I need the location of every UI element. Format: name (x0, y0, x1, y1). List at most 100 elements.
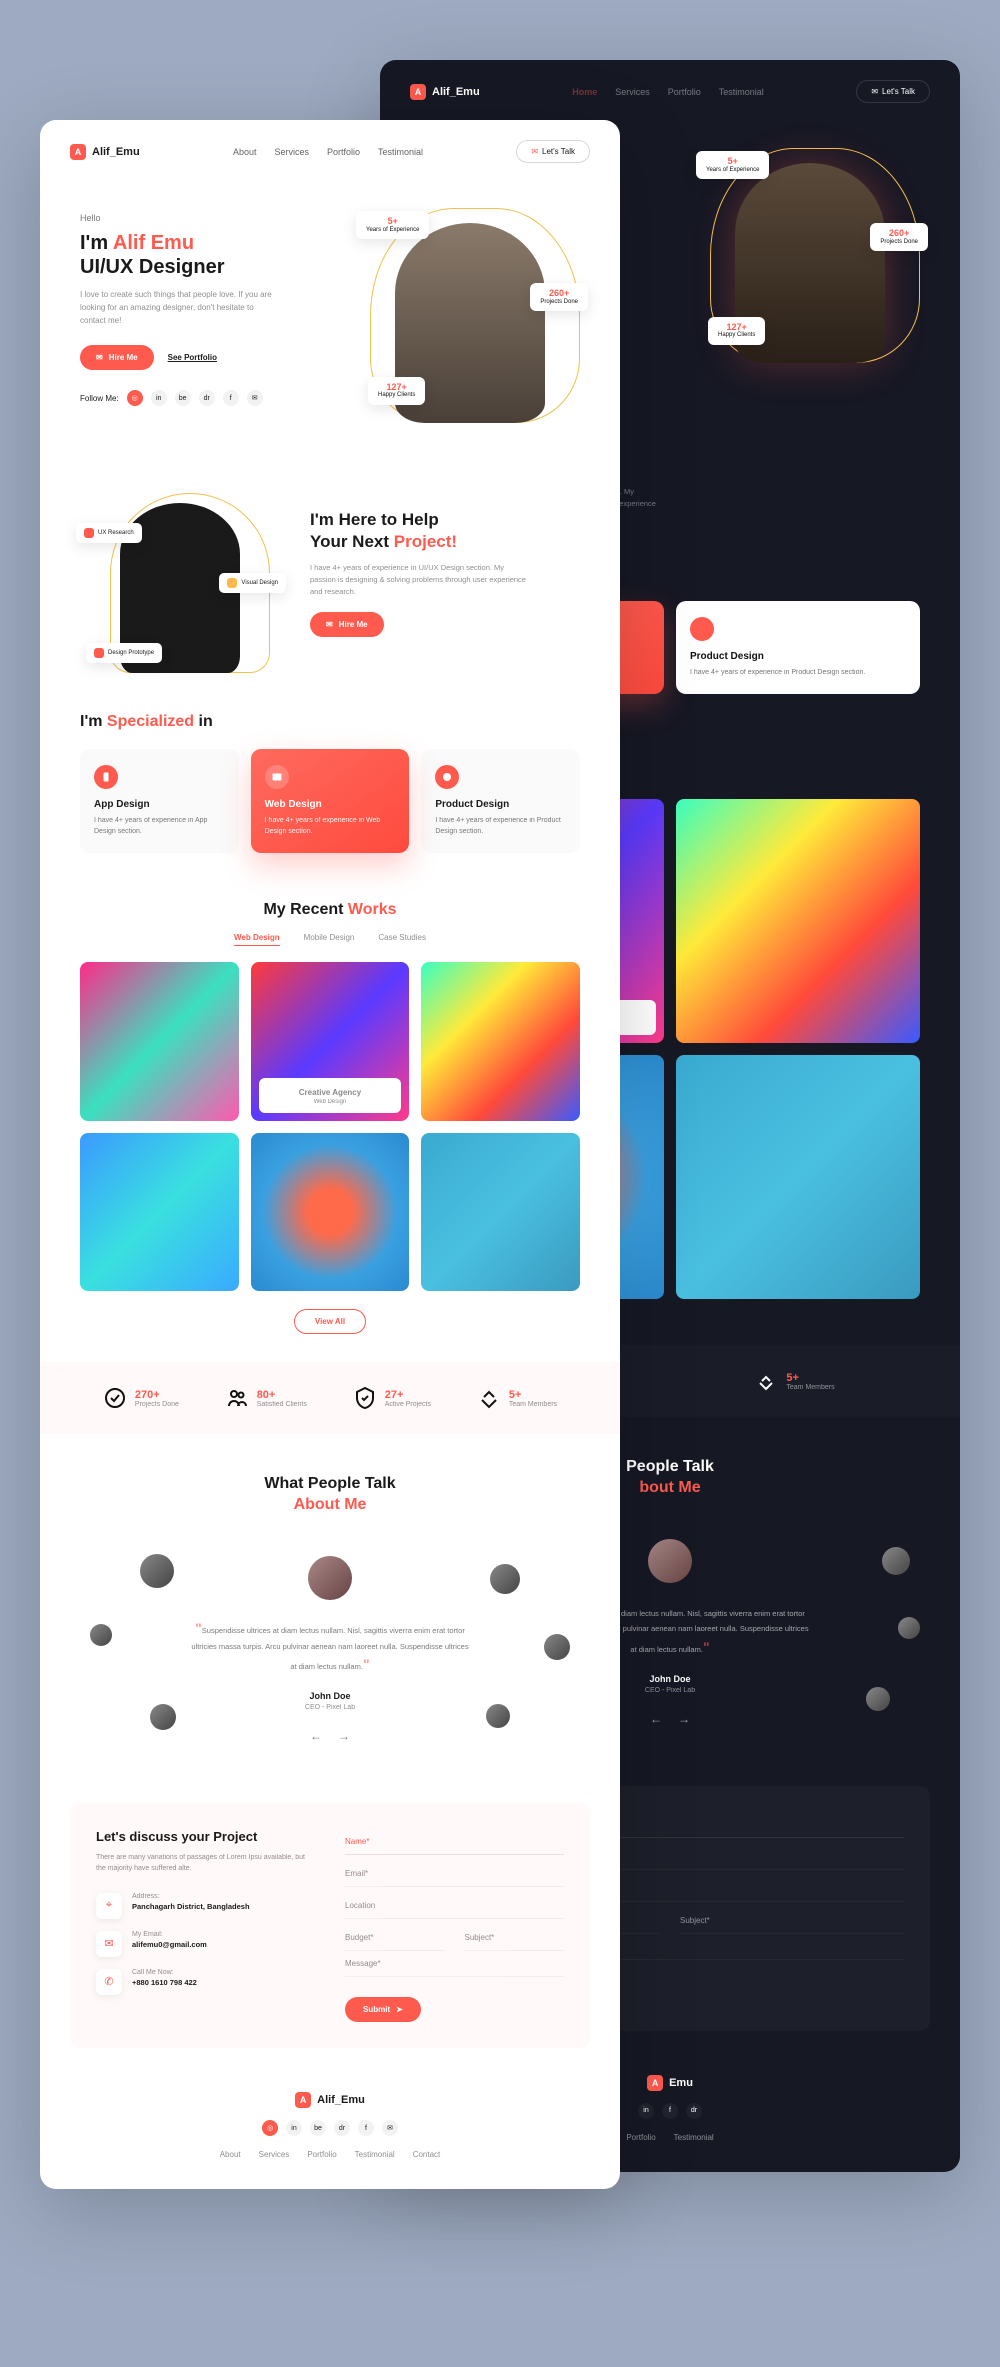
work-item[interactable] (80, 962, 239, 1121)
prev-arrow-icon[interactable]: ← (310, 1729, 322, 1743)
social-mail-icon[interactable]: ✉ (247, 390, 263, 406)
view-all-button[interactable]: View All (294, 1309, 366, 1334)
nav-portfolio[interactable]: Portfolio (327, 147, 360, 157)
help-title: I'm Here to HelpYour Next Project! (310, 509, 580, 552)
brand-logo[interactable]: AAlif_Emu (70, 144, 140, 160)
input-name[interactable]: Name* (345, 1829, 564, 1855)
footer-link[interactable]: Portfolio (307, 2150, 336, 2159)
avatar-main (648, 1539, 692, 1583)
stat-clients: 127+Happy Clients (708, 317, 765, 345)
page-light-variant: AAlif_Emu About Services Portfolio Testi… (40, 120, 620, 2189)
lets-talk-button[interactable]: ✉Let's Talk (856, 80, 930, 103)
hero-description: I love to create such things that people… (80, 289, 280, 327)
input-subject[interactable]: Subject* (680, 1908, 904, 1934)
mail-icon: ✉ (96, 1931, 122, 1957)
work-item[interactable] (421, 1133, 580, 1292)
nav-about[interactable]: About (233, 147, 257, 157)
stat-clients: 127+Happy Clients (368, 377, 425, 405)
social-behance-icon[interactable]: be (175, 390, 191, 406)
see-portfolio-link[interactable]: See Portfolio (168, 353, 217, 362)
nav-testimonial[interactable]: Testimonial (378, 147, 423, 157)
avatar (898, 1617, 920, 1639)
social-icon[interactable]: ◎ (262, 2120, 278, 2136)
social-icon[interactable]: f (358, 2120, 374, 2136)
input-budget[interactable]: Budget* (345, 1925, 445, 1951)
spec-card-web[interactable]: Web DesignI have 4+ years of experience … (251, 749, 410, 853)
social-icon[interactable]: be (310, 2120, 326, 2136)
location-icon: ⌖ (96, 1893, 122, 1919)
testimonial-quote: Suspendisse ultrices at diam lectus null… (190, 1617, 470, 1677)
follow-row: Follow Me: ◎ in be dr f ✉ (80, 390, 340, 406)
input-subject[interactable]: Subject* (465, 1925, 565, 1951)
phone-icon: ✆ (96, 1969, 122, 1995)
footer-link[interactable]: Services (259, 2150, 290, 2159)
tab-mobile[interactable]: Mobile Design (304, 933, 355, 946)
footer-link[interactable]: Testimonial (674, 2133, 714, 2142)
hire-me-button[interactable]: ✉Hire Me (310, 612, 384, 637)
spec-card-product[interactable]: Product DesignI have 4+ years of experie… (421, 749, 580, 853)
stat-projects: 260+Projects Done (870, 223, 928, 251)
input-location[interactable]: Location (345, 1893, 564, 1919)
nav-services[interactable]: Services (615, 87, 650, 97)
stat-experience: 5+Years of Experience (356, 211, 429, 239)
social-dribbble-icon[interactable]: dr (199, 390, 215, 406)
footer-link[interactable]: Portfolio (626, 2133, 655, 2142)
shield-icon (353, 1386, 377, 1410)
work-item[interactable]: Creative AgencyWeb Design (251, 962, 410, 1121)
nav-portfolio[interactable]: Portfolio (668, 87, 701, 97)
web-icon (265, 765, 289, 789)
stat-experience: 5+Years of Experience (696, 151, 769, 179)
social-icon[interactable]: in (638, 2103, 654, 2119)
tab-case[interactable]: Case Studies (378, 933, 426, 946)
prev-arrow-icon[interactable]: ← (650, 1712, 662, 1726)
social-icon[interactable]: dr (686, 2103, 702, 2119)
submit-button[interactable]: Submit➤ (345, 1997, 421, 2022)
footer-link[interactable]: About (220, 2150, 241, 2159)
social-icon[interactable]: in (286, 2120, 302, 2136)
handshake-icon (754, 1369, 778, 1393)
brand-logo[interactable]: AAlif_Emu (410, 84, 480, 100)
next-arrow-icon[interactable]: → (678, 1712, 690, 1726)
send-icon: ➤ (396, 2005, 403, 2014)
work-item[interactable] (80, 1133, 239, 1292)
work-item[interactable] (251, 1133, 410, 1292)
specialized-title: I'm Specialized in (80, 713, 580, 731)
nav-links: About Services Portfolio Testimonial (233, 147, 423, 157)
social-instagram-icon[interactable]: ◎ (127, 390, 143, 406)
testimonial-title: What People TalkAbout Me (80, 1474, 580, 1516)
app-icon (94, 765, 118, 789)
input-message[interactable]: Message* (345, 1951, 564, 1977)
product-icon (435, 765, 459, 789)
spec-card-app[interactable]: App DesignI have 4+ years of experience … (80, 749, 239, 853)
input-email[interactable]: Email* (345, 1861, 564, 1887)
social-icon[interactable]: ✉ (382, 2120, 398, 2136)
hero-image: 5+Years of Experience 260+Projects Done … (700, 133, 920, 363)
work-item[interactable] (421, 962, 580, 1121)
nav-testimonial[interactable]: Testimonial (719, 87, 764, 97)
nav-home[interactable]: Home (572, 87, 597, 97)
help-desc: I have 4+ years of experience in UI/UX D… (310, 562, 530, 598)
footer-link[interactable]: Contact (413, 2150, 441, 2159)
help-image: UX Research Visual Design Design Prototy… (80, 473, 280, 673)
social-icon[interactable]: dr (334, 2120, 350, 2136)
footer-link[interactable]: Testimonial (355, 2150, 395, 2159)
social-linkedin-icon[interactable]: in (151, 390, 167, 406)
hire-me-button[interactable]: ✉Hire Me (80, 345, 154, 370)
social-facebook-icon[interactable]: f (223, 390, 239, 406)
avatar (544, 1634, 570, 1660)
work-item[interactable] (676, 1055, 920, 1299)
next-arrow-icon[interactable]: → (338, 1729, 350, 1743)
chip-visual-design: Visual Design (219, 573, 286, 593)
handshake-icon (477, 1386, 501, 1410)
work-item[interactable] (676, 799, 920, 1043)
works-title: My Recent Works (80, 901, 580, 919)
nav-services[interactable]: Services (274, 147, 309, 157)
lets-talk-button[interactable]: ✉Let's Talk (516, 140, 590, 163)
people-icon (225, 1386, 249, 1410)
social-icon[interactable]: f (662, 2103, 678, 2119)
tab-web[interactable]: Web Design (234, 933, 280, 946)
hero-image: 5+Years of Experience 260+Projects Done … (360, 193, 580, 423)
avatar (140, 1554, 174, 1588)
chip-ux-research: UX Research (76, 523, 142, 543)
spec-card-product[interactable]: Product DesignI have 4+ years of experie… (676, 601, 920, 695)
